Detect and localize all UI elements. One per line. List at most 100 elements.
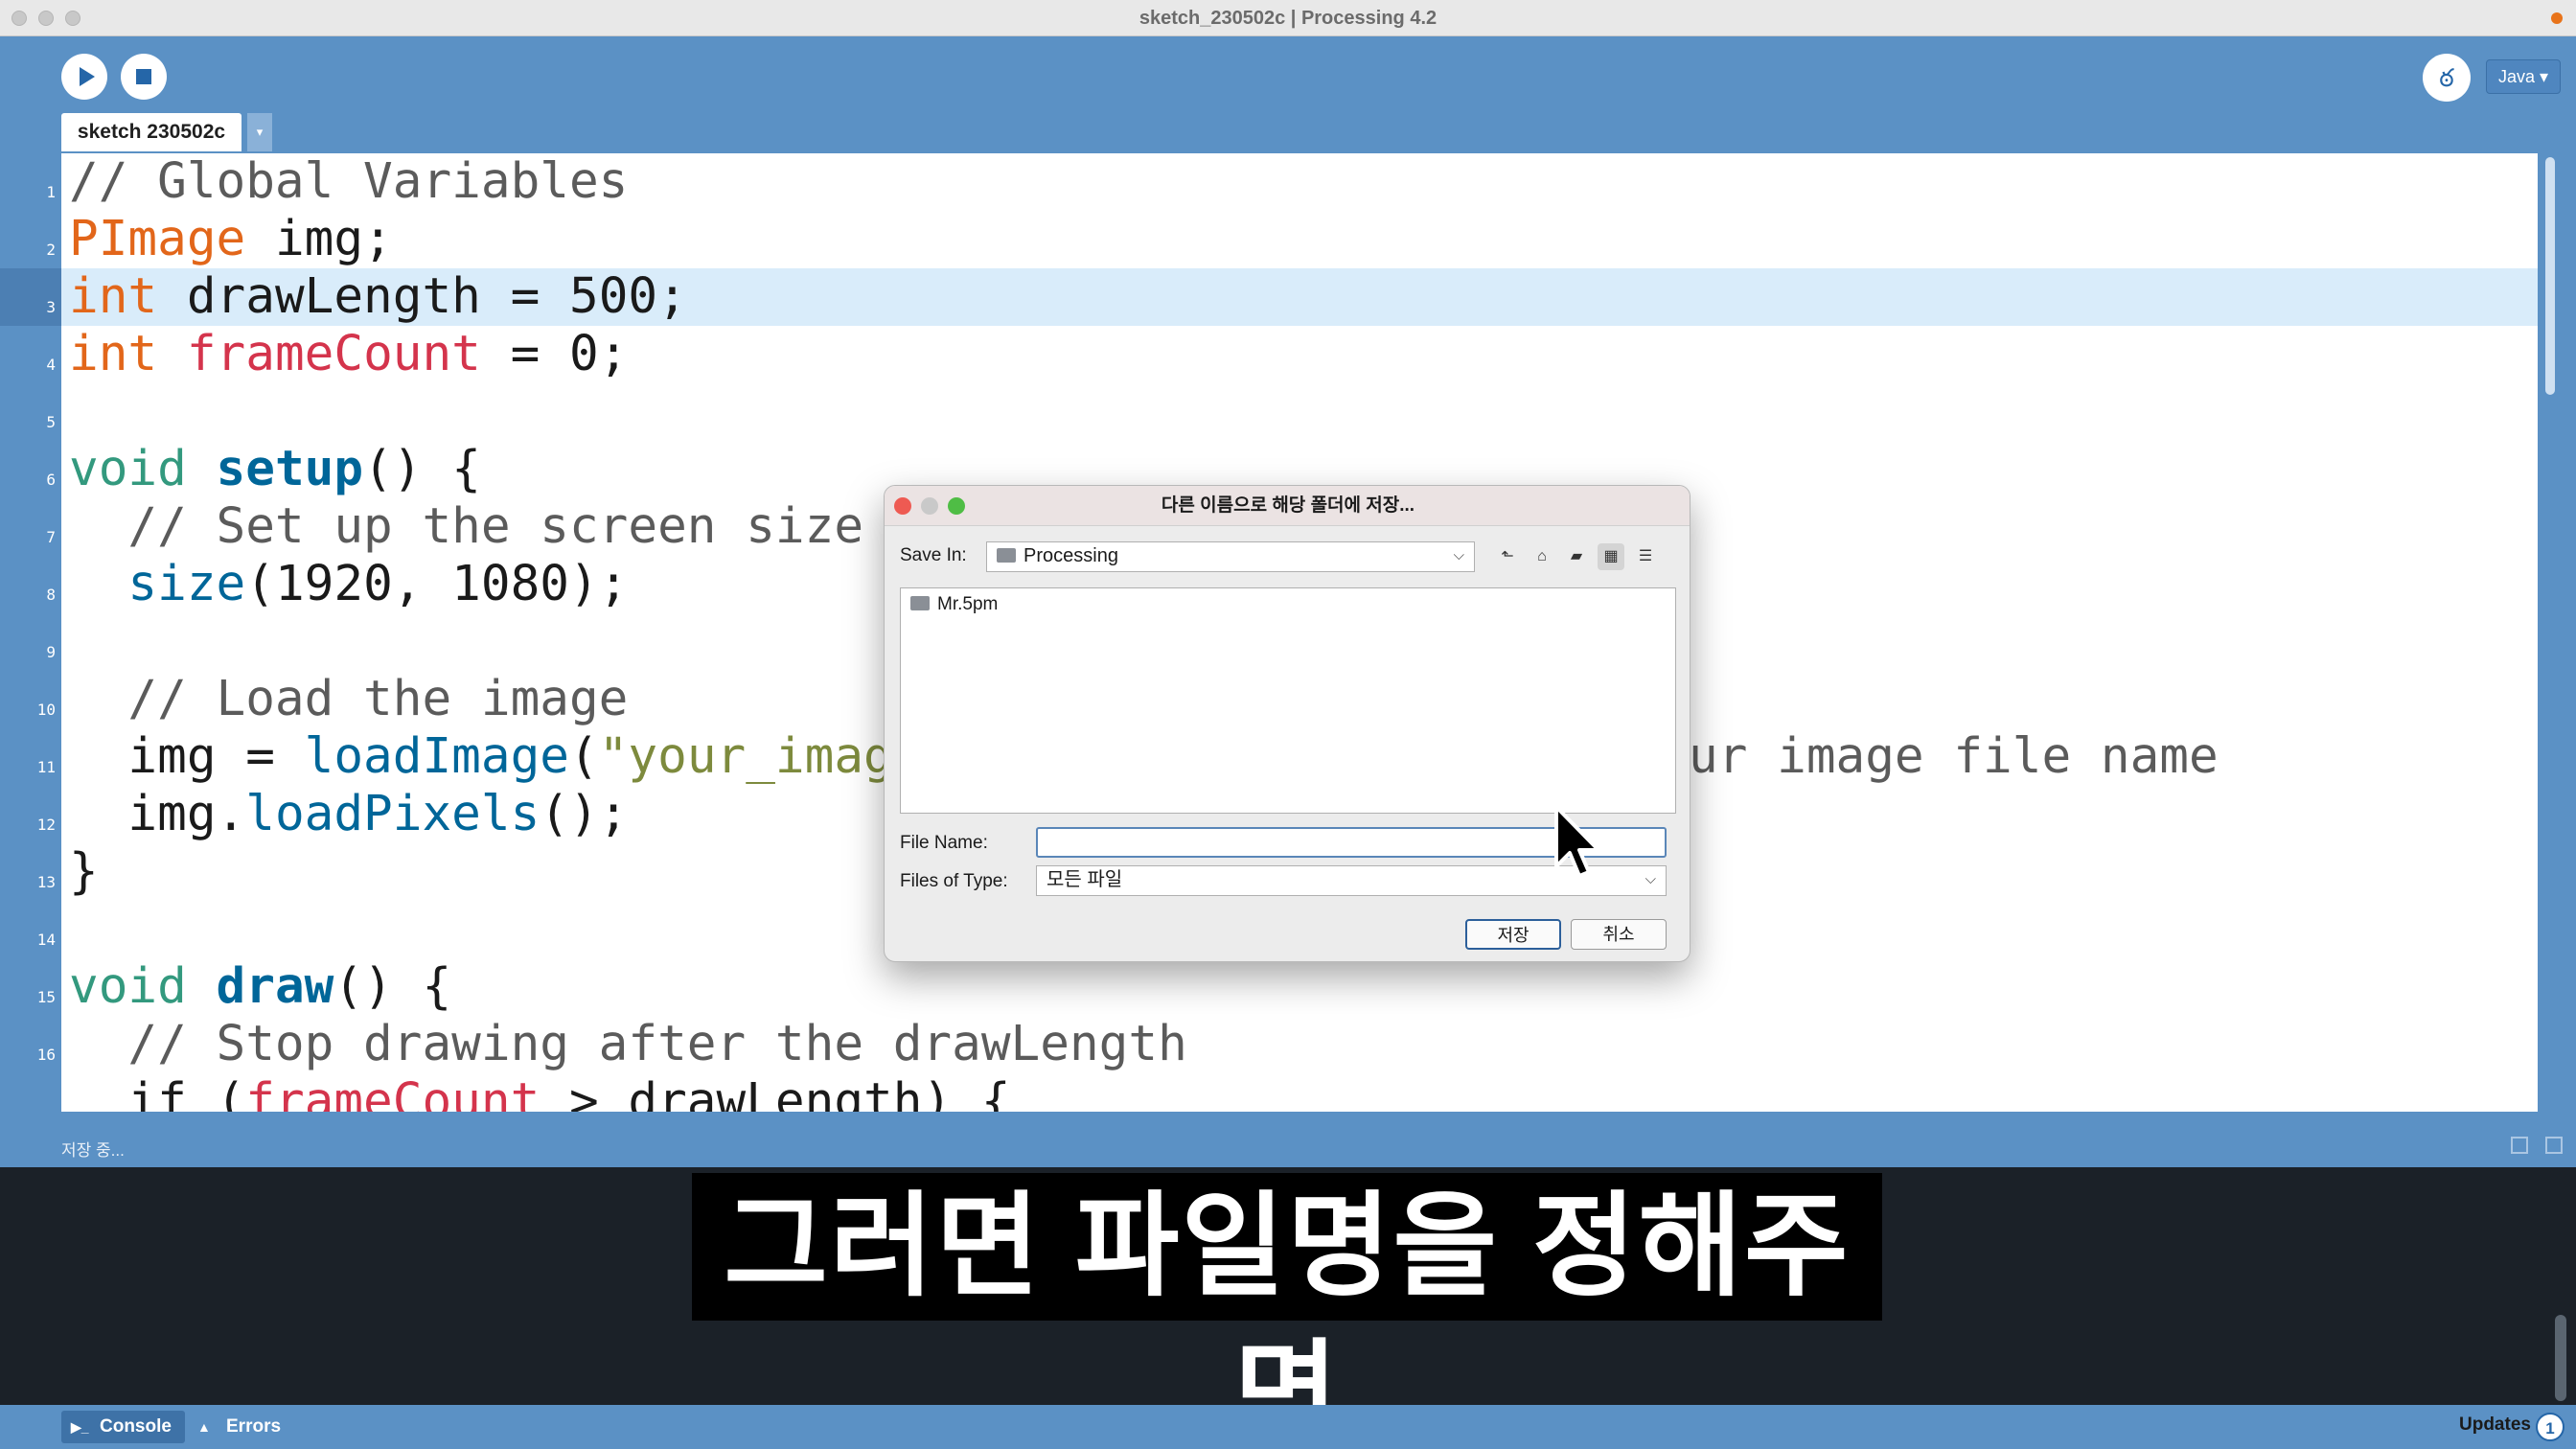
stop-button[interactable] bbox=[121, 54, 167, 100]
code-line: // Set up the screen size bbox=[69, 498, 863, 556]
tab-menu-button[interactable]: ▾ bbox=[247, 113, 272, 151]
code-type: PImage bbox=[69, 211, 246, 267]
line-number: 12 bbox=[36, 816, 56, 834]
new-folder-icon[interactable]: ▰ bbox=[1563, 543, 1590, 570]
chevron-down-icon: ⌵ bbox=[1453, 547, 1464, 564]
run-button[interactable] bbox=[61, 54, 107, 100]
code-line: void draw() { bbox=[69, 958, 451, 1016]
code-comment: // Load the image bbox=[69, 671, 629, 727]
console-icon: ▶_ bbox=[71, 1419, 89, 1435]
code-type: int bbox=[69, 268, 158, 325]
copy-icon[interactable] bbox=[2511, 1137, 2528, 1154]
code-text: if ( bbox=[69, 1073, 246, 1112]
code-text: (1920, 1080); bbox=[245, 556, 629, 612]
save-in-select[interactable]: Processing ⌵ bbox=[986, 541, 1475, 572]
code-text: > drawLength) { bbox=[540, 1073, 1011, 1112]
home-icon[interactable]: ⌂ bbox=[1529, 543, 1555, 570]
mouse-cursor-icon bbox=[1554, 805, 1600, 878]
bug-icon: ఠ bbox=[2439, 63, 2454, 92]
code-line: // Load the image bbox=[69, 671, 628, 728]
code-text: img; bbox=[245, 211, 393, 267]
code-function-name: draw bbox=[216, 958, 334, 1015]
code-keyword: void bbox=[69, 958, 187, 1015]
line-number: 6 bbox=[46, 471, 56, 489]
code-line: int frameCount = 0; bbox=[69, 326, 628, 383]
tab-errors[interactable]: ▲ Errors bbox=[188, 1411, 294, 1443]
code-text: img = bbox=[69, 728, 305, 785]
code-string: "your_imag bbox=[598, 728, 893, 785]
list-view-icon[interactable]: ▦ bbox=[1598, 543, 1624, 570]
line-number: 14 bbox=[36, 931, 56, 949]
code-text: drawLength = 500; bbox=[157, 268, 687, 325]
editor-scrollbar[interactable] bbox=[2538, 153, 2576, 1112]
line-number: 7 bbox=[46, 528, 56, 546]
code-keyword: void bbox=[69, 441, 187, 497]
tab-console[interactable]: ▶_ Console bbox=[61, 1411, 185, 1443]
line-number: 16 bbox=[36, 1046, 56, 1064]
tab-errors-label: Errors bbox=[226, 1416, 282, 1437]
line-number: 9 bbox=[46, 643, 56, 661]
play-icon bbox=[80, 67, 95, 86]
console-scrollbar[interactable] bbox=[2555, 1315, 2566, 1401]
save-in-label: Save In: bbox=[900, 545, 967, 565]
dialog-close-button[interactable] bbox=[894, 497, 911, 515]
code-text: } bbox=[69, 843, 99, 900]
file-list[interactable]: Mr.5pm bbox=[900, 587, 1676, 814]
code-call: loadPixels bbox=[245, 786, 540, 842]
code-comment: // Global Variables bbox=[69, 153, 629, 210]
details-view-icon[interactable]: ☰ bbox=[1632, 543, 1659, 570]
list-item[interactable]: Mr.5pm bbox=[910, 594, 998, 615]
code-line: int drawLength = 500; bbox=[69, 268, 687, 326]
code-line: // Stop drawing after the drawLength bbox=[69, 1016, 1186, 1073]
line-number: 13 bbox=[36, 873, 56, 891]
current-line-gutter bbox=[0, 268, 61, 326]
dialog-minimize-button[interactable] bbox=[921, 497, 938, 515]
line-number: 15 bbox=[36, 988, 56, 1006]
save-button[interactable]: 저장 bbox=[1465, 919, 1561, 950]
updates-count-badge[interactable]: 1 bbox=[2536, 1413, 2564, 1441]
mode-selector[interactable]: Java ▾ bbox=[2486, 59, 2561, 94]
code-line: img.loadPixels(); bbox=[69, 786, 628, 843]
tab-sketch[interactable]: sketch 230502c bbox=[61, 113, 242, 151]
code-function-name: setup bbox=[216, 441, 364, 497]
line-number: 2 bbox=[46, 241, 56, 259]
scrollbar-thumb[interactable] bbox=[2545, 157, 2555, 395]
cancel-button[interactable]: 취소 bbox=[1571, 919, 1667, 950]
code-builtin-var: frameCount bbox=[245, 1073, 540, 1112]
code-comment: ur image file name bbox=[1689, 728, 2219, 785]
code-call: loadImage bbox=[304, 728, 569, 785]
footer-bar: ▶_ Console ▲ Errors Updates 1 bbox=[0, 1405, 2576, 1449]
code-line-visible-tail: ur image file name bbox=[1689, 728, 2219, 786]
code-text: = 0; bbox=[480, 326, 629, 382]
line-number: 3 bbox=[46, 298, 56, 316]
save-in-value: Processing bbox=[1024, 545, 1118, 566]
files-of-type-value: 모든 파일 bbox=[1046, 869, 1123, 890]
folder-icon bbox=[910, 596, 930, 610]
code-line: void setup() { bbox=[69, 441, 481, 498]
code-line: PImage img; bbox=[69, 211, 393, 268]
code-line: if (frameCount > drawLength) { bbox=[69, 1073, 1011, 1112]
dialog-zoom-button[interactable] bbox=[948, 497, 965, 515]
code-call: size bbox=[127, 556, 246, 612]
code-line: size(1920, 1080); bbox=[69, 556, 628, 613]
file-name-label: File Name: bbox=[900, 833, 988, 853]
collapse-console-icon[interactable] bbox=[2545, 1137, 2563, 1154]
code-type: int bbox=[69, 326, 158, 382]
files-of-type-label: Files of Type: bbox=[900, 871, 1008, 891]
line-number: 10 bbox=[36, 701, 56, 719]
line-number: 11 bbox=[36, 758, 56, 776]
up-folder-icon[interactable]: ⬑ bbox=[1494, 543, 1521, 570]
code-line: // Global Variables bbox=[69, 153, 628, 211]
code-text: ( bbox=[568, 728, 599, 785]
code-line: img = loadImage("your_imag bbox=[69, 728, 893, 786]
line-number: 1 bbox=[46, 183, 56, 201]
chevron-down-icon: ⌵ bbox=[1644, 871, 1656, 887]
updates-label[interactable]: Updates bbox=[2459, 1414, 2531, 1436]
line-number: 5 bbox=[46, 413, 56, 431]
debug-button[interactable]: ఠ bbox=[2423, 54, 2471, 102]
code-text: () { bbox=[334, 958, 452, 1015]
toolbar bbox=[0, 36, 2576, 151]
